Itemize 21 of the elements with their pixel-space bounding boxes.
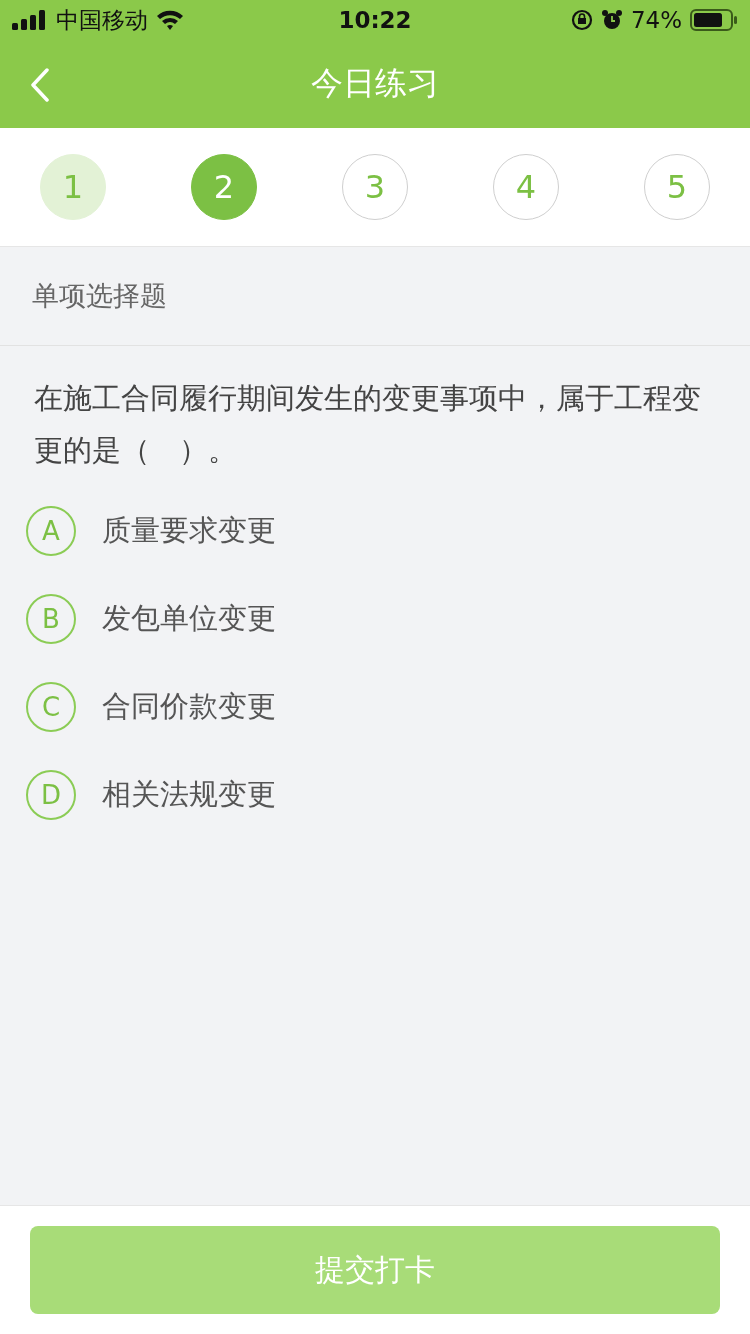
answer-option[interactable]: C 合同价款变更 bbox=[24, 682, 284, 732]
question-number-tab[interactable]: 2 bbox=[191, 154, 257, 220]
question-number-tab[interactable]: 3 bbox=[342, 154, 408, 220]
question-number-tab[interactable]: 5 bbox=[644, 154, 710, 220]
wifi-icon bbox=[156, 9, 184, 31]
answer-option[interactable]: A 质量要求变更 bbox=[24, 506, 284, 556]
question-type-label: 单项选择题 bbox=[32, 279, 167, 313]
question-number-tab[interactable]: 4 bbox=[493, 154, 559, 220]
answer-option[interactable]: B 发包单位变更 bbox=[24, 594, 284, 644]
chevron-left-icon bbox=[30, 68, 50, 102]
page-title: 今日练习 bbox=[311, 63, 439, 104]
status-time: 10:22 bbox=[338, 7, 412, 33]
battery-percent: 74% bbox=[630, 7, 682, 33]
battery-icon bbox=[690, 9, 738, 31]
carrier-name: 中国移动 bbox=[56, 5, 148, 35]
question-text: 在施工合同履行期间发生的变更事项中，属于工程变更的是（ ）。 bbox=[34, 380, 702, 469]
alarm-icon bbox=[600, 9, 623, 31]
rotation-lock-icon bbox=[570, 9, 593, 31]
answer-option[interactable]: D 相关法规变更 bbox=[24, 770, 284, 820]
signal-icon bbox=[12, 10, 48, 30]
question-number-tab[interactable]: 1 bbox=[40, 154, 106, 220]
